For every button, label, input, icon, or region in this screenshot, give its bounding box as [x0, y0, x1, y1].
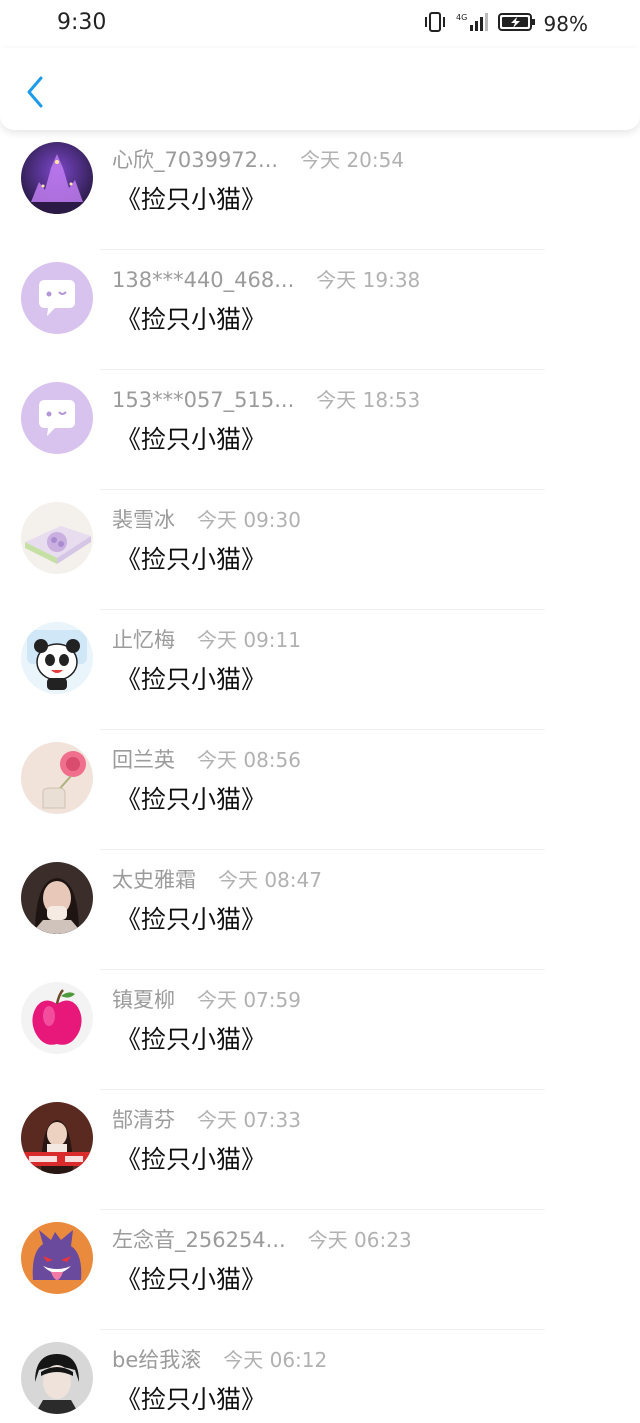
message-time: 今天 06:12 — [223, 1348, 328, 1372]
message-meta: 心欣_7039972... 今天 20:54 — [112, 144, 404, 174]
message-text[interactable]: 《捡只小猫》 — [116, 300, 266, 336]
avatar[interactable] — [21, 982, 93, 1054]
avatar[interactable] — [21, 742, 93, 814]
sender-name[interactable]: 心欣_7039972... — [112, 144, 278, 174]
message-item[interactable]: 153***057_515... 今天 18:53 《捡只小猫》 — [0, 370, 640, 490]
status-bar: 9:30 4G 98% — [0, 0, 640, 48]
message-item[interactable]: 镇夏柳 今天 07:59 《捡只小猫》 — [0, 970, 640, 1090]
sender-name[interactable]: 138***440_468... — [112, 268, 294, 292]
message-meta: 138***440_468... 今天 19:38 — [112, 264, 420, 293]
sender-name[interactable]: 153***057_515... — [112, 388, 294, 412]
message-time: 今天 19:38 — [316, 268, 421, 292]
message-time: 今天 09:30 — [197, 508, 301, 532]
screen: 9:30 4G 98% 心欣_7039972... 今天 20:54 《捡只小猫… — [0, 0, 640, 1423]
sender-name[interactable]: 止忆梅 — [112, 624, 175, 654]
signal-4g-icon: 4G — [456, 11, 490, 37]
message-item[interactable]: 回兰英 今天 08:56 《捡只小猫》 — [0, 730, 640, 850]
avatar[interactable] — [21, 1342, 93, 1414]
avatar[interactable] — [21, 142, 93, 214]
message-list: 心欣_7039972... 今天 20:54 《捡只小猫》 138***440_… — [0, 130, 640, 1423]
message-meta: 郜清芬 今天 07:33 — [112, 1104, 301, 1134]
message-item[interactable]: 左念音_256254... 今天 06:23 《捡只小猫》 — [0, 1210, 640, 1330]
status-time: 9:30 — [57, 10, 107, 35]
svg-text:4G: 4G — [456, 13, 467, 22]
message-text[interactable]: 《捡只小猫》 — [116, 900, 266, 936]
message-text[interactable]: 《捡只小猫》 — [116, 660, 266, 696]
message-meta: 裴雪冰 今天 09:30 — [112, 504, 301, 534]
sender-name[interactable]: 太史雅霜 — [112, 864, 196, 894]
message-meta: 止忆梅 今天 09:11 — [112, 624, 301, 654]
avatar[interactable] — [21, 382, 93, 454]
message-meta: 回兰英 今天 08:56 — [112, 744, 301, 774]
message-meta: 左念音_256254... 今天 06:23 — [112, 1224, 412, 1254]
sender-name[interactable]: 镇夏柳 — [112, 984, 175, 1014]
sender-name[interactable]: 回兰英 — [112, 744, 175, 774]
message-time: 今天 07:59 — [197, 988, 301, 1012]
message-time: 今天 08:56 — [197, 748, 301, 772]
message-item[interactable]: 郜清芬 今天 07:33 《捡只小猫》 — [0, 1090, 640, 1210]
message-time: 今天 09:11 — [197, 628, 301, 652]
avatar[interactable] — [21, 262, 93, 334]
avatar[interactable] — [21, 1222, 93, 1294]
sender-name[interactable]: 郜清芬 — [112, 1104, 175, 1134]
avatar[interactable] — [21, 502, 93, 574]
sender-name[interactable]: 左念音_256254... — [112, 1224, 286, 1254]
avatar[interactable] — [21, 622, 93, 694]
message-text[interactable]: 《捡只小猫》 — [116, 1020, 266, 1056]
message-item[interactable]: 心欣_7039972... 今天 20:54 《捡只小猫》 — [0, 130, 640, 250]
avatar[interactable] — [21, 862, 93, 934]
message-text[interactable]: 《捡只小猫》 — [116, 1260, 266, 1296]
message-meta: 153***057_515... 今天 18:53 — [112, 384, 420, 413]
message-time: 今天 18:53 — [316, 388, 421, 412]
message-meta: 镇夏柳 今天 07:59 — [112, 984, 301, 1014]
message-text[interactable]: 《捡只小猫》 — [116, 780, 266, 816]
message-item[interactable]: 裴雪冰 今天 09:30 《捡只小猫》 — [0, 490, 640, 610]
nav-bar — [0, 48, 640, 130]
message-text[interactable]: 《捡只小猫》 — [116, 180, 266, 216]
message-time: 今天 07:33 — [197, 1108, 301, 1132]
chevron-left-icon — [27, 76, 43, 108]
message-item[interactable]: 太史雅霜 今天 08:47 《捡只小猫》 — [0, 850, 640, 970]
message-meta: 太史雅霜 今天 08:47 — [112, 864, 322, 894]
message-item[interactable]: 138***440_468... 今天 19:38 《捡只小猫》 — [0, 250, 640, 370]
message-time: 今天 20:54 — [300, 148, 405, 172]
back-button[interactable] — [18, 72, 52, 112]
message-item[interactable]: 止忆梅 今天 09:11 《捡只小猫》 — [0, 610, 640, 730]
avatar[interactable] — [21, 1102, 93, 1174]
battery-percent: 98% — [543, 12, 588, 36]
battery-charging-icon — [497, 11, 536, 37]
vibrate-icon — [422, 11, 448, 37]
message-text[interactable]: 《捡只小猫》 — [116, 540, 266, 576]
message-text[interactable]: 《捡只小猫》 — [116, 420, 266, 456]
message-text[interactable]: 《捡只小猫》 — [116, 1140, 266, 1176]
sender-name[interactable]: be给我滚 — [112, 1344, 201, 1374]
message-text[interactable]: 《捡只小猫》 — [116, 1380, 266, 1416]
message-time: 今天 06:23 — [307, 1228, 412, 1252]
message-time: 今天 08:47 — [218, 868, 322, 892]
sender-name[interactable]: 裴雪冰 — [112, 504, 175, 534]
status-icons: 4G 98% — [422, 11, 588, 37]
message-item[interactable]: be给我滚 今天 06:12 《捡只小猫》 — [0, 1330, 640, 1423]
message-meta: be给我滚 今天 06:12 — [112, 1344, 327, 1374]
